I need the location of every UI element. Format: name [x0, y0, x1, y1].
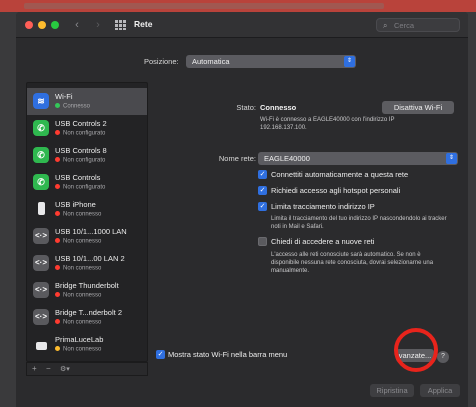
status-dot-red [55, 130, 60, 135]
search-icon: ⌕ [383, 21, 388, 30]
service-item-primalucelab[interactable]: PrimaLuceLab Non connesso [27, 331, 147, 358]
network-preferences-window: ‹ › Rete ⌕ Cerca Posizione: Automatica ⇕… [16, 12, 468, 407]
auto-join-checkbox[interactable]: ✓ [258, 170, 267, 179]
apply-button[interactable]: Applica [420, 384, 460, 397]
status-dot-yellow [55, 346, 60, 351]
status-dot-red [55, 292, 60, 297]
phone-icon: ✆ [33, 120, 49, 136]
service-status: Non connesso [55, 238, 101, 245]
service-item-usb-lan[interactable]: <·> USB 10/1...1000 LAN Non connesso [27, 223, 147, 250]
status-dot-red [55, 184, 60, 189]
popup-arrows-icon: ⇕ [446, 153, 457, 164]
service-status: Non configurato [55, 130, 105, 137]
wifi-icon: ≋ [33, 93, 49, 109]
show-all-grid-icon[interactable] [115, 20, 127, 30]
status-dot-red [55, 319, 60, 324]
service-status: Non connesso [55, 265, 101, 272]
popup-arrows-icon: ⇕ [344, 56, 355, 67]
show-menu-checkbox[interactable]: ✓ [156, 350, 165, 359]
add-service-button[interactable]: + [32, 364, 37, 373]
ask-join-checkbox[interactable] [258, 237, 267, 246]
status-dot-green [55, 103, 60, 108]
zoom-window-button[interactable] [51, 21, 59, 29]
service-list-controls: + − ⚙▾ [26, 362, 148, 376]
service-item-usb-lan-2[interactable]: <·> USB 10/1...00 LAN 2 Non connesso [27, 250, 147, 277]
status-dot-red [55, 211, 60, 216]
service-name: USB Controls 2 [55, 119, 107, 128]
blurred-text [24, 3, 384, 9]
service-name: USB 10/1...00 LAN 2 [55, 254, 125, 263]
help-button[interactable]: ? [437, 351, 449, 363]
phone-icon: ✆ [33, 147, 49, 163]
service-item-bridge-thunderbolt-2[interactable]: <·> Bridge T...nderbolt 2 Non connesso [27, 304, 147, 331]
search-input[interactable]: ⌕ Cerca [376, 18, 460, 32]
ethernet-icon: <·> [33, 255, 49, 271]
ethernet-icon: <·> [33, 228, 49, 244]
limit-tracking-description: Limita il tracciamento del tuo indirizzo… [271, 216, 447, 230]
service-list[interactable]: ≋ Wi-Fi Connesso ✆ USB Controls 2 Non co… [26, 82, 148, 362]
background-strip [0, 0, 476, 12]
service-name: PrimaLuceLab [55, 335, 104, 344]
service-status: Non connesso [55, 292, 101, 299]
titlebar: ‹ › Rete ⌕ Cerca [16, 12, 468, 38]
location-label: Posizione: [144, 57, 179, 66]
location-row: Posizione: Automatica ⇕ [16, 55, 468, 69]
service-status: Non connesso [55, 319, 101, 326]
iphone-icon [33, 201, 49, 217]
hotspot-checkbox[interactable]: ✓ [258, 186, 267, 195]
phone-icon: ✆ [33, 174, 49, 190]
service-status: Non connesso [55, 346, 101, 353]
status-label: Stato: [236, 103, 256, 112]
service-name: USB Controls [55, 173, 101, 182]
status-dot-red [55, 265, 60, 270]
ask-join-label: Chiedi di accedere a nuove reti [271, 237, 375, 246]
service-name: Wi-Fi [55, 92, 73, 101]
disable-wifi-button[interactable]: Disattiva Wi-Fi [382, 101, 454, 114]
service-status: Connesso [55, 103, 90, 110]
status-dot-red [55, 238, 60, 243]
service-status: Non configurato [55, 184, 105, 191]
network-name-value: EAGLE40000 [264, 154, 310, 163]
service-name: Bridge T...nderbolt 2 [55, 308, 122, 317]
ask-join-description: L'accesso alle reti conosciute sarà auto… [271, 252, 434, 274]
minimize-window-button[interactable] [38, 21, 46, 29]
lock-icon [33, 336, 49, 352]
status-description: Wi-Fi è connesso a EAGLE40000 con l'indi… [260, 117, 395, 131]
status-dot-red [55, 157, 60, 162]
back-chevron-icon[interactable]: ‹ [71, 18, 83, 32]
close-window-button[interactable] [25, 21, 33, 29]
window-title: Rete [134, 19, 153, 29]
highlight-circle-annotation [394, 328, 438, 372]
service-name: USB 10/1...1000 LAN [55, 227, 127, 236]
service-item-usb-iphone[interactable]: USB iPhone Non connesso [27, 196, 147, 223]
service-name: USB iPhone [55, 200, 96, 209]
bridge-icon: <·> [33, 282, 49, 298]
hotspot-label: Richiedi accesso agli hotspot personali [271, 186, 401, 195]
service-item-wifi[interactable]: ≋ Wi-Fi Connesso [27, 88, 147, 115]
auto-join-label: Connettiti automaticamente a questa rete [271, 170, 409, 179]
network-name-popup[interactable]: EAGLE40000 ⇕ [258, 152, 458, 165]
bridge-icon: <·> [33, 309, 49, 325]
service-item-usb-controls[interactable]: ✆ USB Controls Non configurato [27, 169, 147, 196]
remove-service-button[interactable]: − [46, 364, 51, 373]
service-item-usb-controls-8[interactable]: ✆ USB Controls 8 Non configurato [27, 142, 147, 169]
limit-tracking-checkbox[interactable]: ✓ [258, 202, 267, 211]
service-name: Bridge Thunderbolt [55, 281, 119, 290]
location-value: Automatica [192, 57, 230, 66]
search-placeholder: Cerca [394, 21, 415, 30]
network-name-label: Nome rete: [218, 154, 256, 163]
service-item-bridge-thunderbolt[interactable]: <·> Bridge Thunderbolt Non connesso [27, 277, 147, 304]
limit-tracking-label: Limita tracciamento indirizzo IP [271, 202, 375, 211]
location-popup[interactable]: Automatica ⇕ [186, 55, 356, 68]
service-status: Non connesso [55, 211, 101, 218]
service-name: USB Controls 8 [55, 146, 107, 155]
service-item-usb-controls-2[interactable]: ✆ USB Controls 2 Non configurato [27, 115, 147, 142]
status-value: Connesso [260, 103, 297, 112]
service-status: Non configurato [55, 157, 105, 164]
show-menu-label: Mostra stato Wi-Fi nella barra menu [168, 350, 288, 359]
revert-button[interactable]: Ripristina [370, 384, 414, 397]
forward-chevron-icon[interactable]: › [92, 18, 104, 32]
action-menu-button[interactable]: ⚙▾ [60, 365, 70, 373]
